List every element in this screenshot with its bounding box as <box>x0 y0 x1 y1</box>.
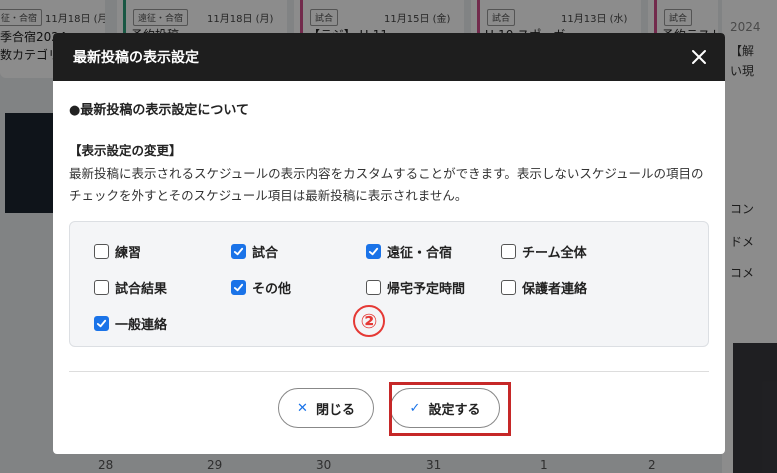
checkbox-9[interactable]: 一般連絡 <box>94 314 167 333</box>
display-settings-modal: 最新投稿の表示設定 ●最新投稿の表示設定について 【表示設定の変更】 最新投稿に… <box>53 33 725 454</box>
section-heading: ●最新投稿の表示設定について <box>69 103 249 118</box>
checkbox-1[interactable]: 練習 <box>94 242 141 261</box>
checkbox-3[interactable]: 遠征・合宿 <box>366 242 452 261</box>
checkbox-label: 練習 <box>115 246 142 261</box>
close-icon[interactable] <box>687 45 711 69</box>
checkbox-checked-icon[interactable] <box>231 244 246 259</box>
checkbox-5[interactable]: 試合結果 <box>94 278 167 297</box>
description-text: 最新投稿に表示されるスケジュールの表示内容をカスタムすることができます。表示しな… <box>69 166 704 203</box>
step-annotation: ② <box>353 305 385 337</box>
checkbox-panel: ② 練習 試合 遠征・合宿 チーム全体試合結果 その他 帰宅予定時間 保護者連絡一般連絡 <box>69 221 709 347</box>
section-subheading: 【表示設定の変更】 <box>69 143 182 158</box>
checkbox-unchecked-icon[interactable] <box>501 280 516 295</box>
modal-title: 最新投稿の表示設定 <box>73 50 199 66</box>
checkbox-label: その他 <box>252 282 292 297</box>
checkbox-label: 遠征・合宿 <box>387 246 453 261</box>
checkbox-unchecked-icon[interactable] <box>94 244 109 259</box>
checkbox-checked-icon[interactable] <box>94 316 109 331</box>
checkbox-8[interactable]: 保護者連絡 <box>501 278 587 297</box>
close-button[interactable]: ✕ 閉じる <box>278 388 374 428</box>
checkbox-4[interactable]: チーム全体 <box>501 242 587 261</box>
checkbox-unchecked-icon[interactable] <box>94 280 109 295</box>
checkbox-label: 帰宅予定時間 <box>387 282 466 297</box>
checkbox-2[interactable]: 試合 <box>231 242 278 261</box>
modal-body: ●最新投稿の表示設定について 【表示設定の変更】 最新投稿に表示されるスケジュー… <box>53 81 725 347</box>
checkbox-7[interactable]: 帰宅予定時間 <box>366 278 465 297</box>
close-icon: ✕ <box>297 400 308 416</box>
checkbox-6[interactable]: その他 <box>231 278 291 297</box>
checkbox-unchecked-icon[interactable] <box>501 244 516 259</box>
highlight-box <box>389 382 511 436</box>
checkbox-label: 保護者連絡 <box>522 282 588 297</box>
checkbox-label: 一般連絡 <box>115 318 168 333</box>
checkbox-checked-icon[interactable] <box>366 244 381 259</box>
checkbox-label: チーム全体 <box>522 246 587 261</box>
checkbox-label: 試合結果 <box>115 282 168 297</box>
checkbox-unchecked-icon[interactable] <box>366 280 381 295</box>
checkbox-label: 試合 <box>252 246 279 261</box>
checkbox-checked-icon[interactable] <box>231 280 246 295</box>
modal-header: 最新投稿の表示設定 <box>53 33 725 81</box>
footer-divider <box>69 371 709 372</box>
close-button-label: 閉じる <box>315 402 355 418</box>
